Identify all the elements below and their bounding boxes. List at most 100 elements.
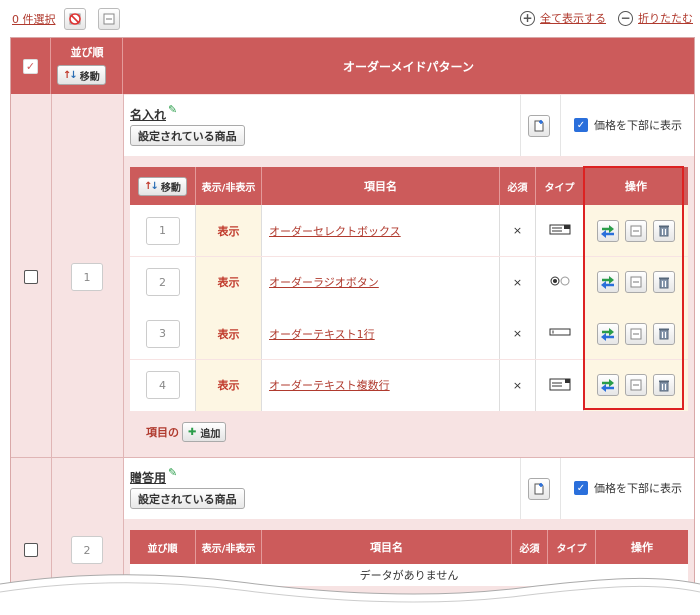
edit-pencil-icon[interactable]: ✎ [168, 466, 177, 479]
order-input[interactable]: 2 [71, 536, 103, 564]
set-products-button[interactable]: 設定されている商品 [130, 488, 245, 509]
add-item-label: 項目の [146, 426, 179, 439]
no-select-icon [69, 13, 81, 25]
pattern-name[interactable]: 名入れ [130, 106, 166, 123]
selection-count-link[interactable]: 0 件選択 [12, 11, 56, 27]
required-mark: × [512, 327, 523, 340]
item-subtable: ↑↓ 移動 表示/非表示 項目名 必須 タイプ 操作 1 表示 オーダーセレクトボ… [124, 157, 694, 457]
pattern-info: 贈答用 ✎ 設定されている商品 ✓ 価格を下部に表示 [124, 458, 694, 519]
edit-item-button[interactable] [625, 271, 647, 293]
top-toolbar: 0 件選択 + 全て表示する − 折りたたむ [0, 0, 700, 36]
actions-header: 操作 [631, 541, 653, 554]
select-box-icon [549, 222, 571, 239]
price-bottom-toggle[interactable]: ✓ 価格を下部に表示 [574, 480, 682, 496]
order-input[interactable]: 1 [71, 263, 103, 291]
add-item-icon-button[interactable] [528, 478, 550, 500]
move-arrows-icon: ↑↓ [144, 180, 159, 192]
visibility-status[interactable]: 表示 [218, 274, 240, 290]
table-row: 4 表示 オーダーテキスト複数行 × [130, 359, 688, 411]
show-all-link[interactable]: + 全て表示する [520, 10, 606, 26]
form-icon [630, 328, 642, 339]
pattern-column-header: オーダーメイドパターン [343, 59, 474, 74]
copy-item-button[interactable] [597, 271, 619, 293]
minus-circle-icon: − [618, 10, 633, 26]
item-name-link[interactable]: オーダーラジオボタン [269, 274, 379, 290]
type-header: タイプ [548, 530, 596, 564]
edit-item-button[interactable] [625, 322, 647, 345]
set-products-button[interactable]: 設定されている商品 [130, 125, 245, 146]
item-move-button[interactable]: ↑↓ 移動 [138, 176, 187, 196]
required-mark: × [512, 224, 523, 237]
table-row: 1 表示 オーダーセレクトボックス × [130, 205, 688, 256]
item-name-link[interactable]: オーダーテキスト1行 [269, 326, 375, 342]
visibility-header: 表示/非表示 [196, 167, 262, 205]
required-mark: × [512, 378, 523, 392]
form-icon [103, 13, 115, 25]
pattern-name[interactable]: 贈答用 [130, 469, 166, 486]
checkbox-checked-icon: ✓ [574, 118, 588, 132]
required-mark: × [512, 275, 523, 289]
form-icon [630, 276, 642, 288]
type-header: タイプ [536, 167, 584, 205]
delete-item-button[interactable] [653, 219, 675, 242]
item-name-link[interactable]: オーダーセレクトボックス [269, 223, 401, 239]
delete-item-button[interactable] [653, 374, 675, 396]
trash-icon [659, 328, 669, 340]
visibility-status[interactable]: 表示 [218, 223, 240, 239]
divider [560, 95, 561, 156]
add-item-row: 項目の ✚ 追加 [146, 422, 227, 442]
copy-item-button[interactable] [597, 219, 619, 242]
required-header: 必須 [500, 167, 536, 205]
swap-arrows-icon [601, 379, 614, 392]
required-header: 必須 [512, 530, 548, 564]
edit-pencil-icon[interactable]: ✎ [168, 103, 177, 116]
add-item-icon-button[interactable] [528, 115, 550, 137]
move-button[interactable]: ↑↓ 移動 [57, 65, 106, 85]
swap-arrows-icon [601, 276, 614, 289]
price-bottom-toggle[interactable]: ✓ 価格を下部に表示 [574, 117, 682, 133]
edit-item-button[interactable] [625, 219, 647, 242]
trash-icon [659, 380, 669, 391]
checkbox-checked-icon: ✓ [574, 481, 588, 495]
divider [520, 458, 521, 519]
copy-item-button[interactable] [597, 322, 619, 345]
plus-pencil-icon: ✚ [188, 426, 197, 438]
delete-item-button[interactable] [653, 322, 675, 345]
item-subtable-header: 並び順 表示/非表示 項目名 必須 タイプ 操作 [130, 530, 688, 564]
divider [520, 95, 521, 156]
item-order-input[interactable]: 1 [145, 216, 180, 245]
order-header: 並び順 [130, 530, 196, 564]
row-checkbox[interactable] [24, 543, 38, 557]
item-subtable-header: ↑↓ 移動 表示/非表示 項目名 必須 タイプ 操作 [130, 167, 688, 205]
form-icon [630, 379, 642, 391]
item-order-input[interactable]: 3 [145, 319, 180, 348]
form-icon [630, 225, 642, 236]
item-order-input[interactable]: 2 [145, 268, 180, 296]
delete-item-button[interactable] [653, 271, 675, 293]
plus-circle-icon: + [520, 10, 535, 26]
row-checkbox[interactable] [24, 270, 38, 284]
copy-item-button[interactable] [597, 374, 619, 396]
bulk-edit-button[interactable] [98, 8, 120, 30]
item-name-link[interactable]: オーダーテキスト複数行 [269, 377, 390, 393]
swap-arrows-icon [601, 224, 614, 238]
table-row: 2 表示 オーダーラジオボタン × [130, 256, 688, 308]
visibility-header: 表示/非表示 [196, 530, 262, 564]
divider [560, 458, 561, 519]
add-item-button[interactable]: ✚ 追加 [182, 422, 227, 442]
visibility-status[interactable]: 表示 [218, 326, 240, 342]
edit-item-button[interactable] [625, 374, 647, 396]
deselect-button[interactable] [64, 8, 86, 30]
swap-arrows-icon [601, 327, 614, 341]
item-order-input[interactable]: 4 [145, 371, 180, 399]
visibility-status[interactable]: 表示 [218, 377, 240, 393]
add-document-icon [534, 483, 544, 495]
torn-edge [0, 574, 700, 615]
collapse-link[interactable]: − 折りたたむ [618, 10, 693, 26]
trash-icon [659, 277, 669, 288]
move-arrows-icon: ↑↓ [63, 69, 78, 81]
radio-icon [549, 275, 571, 290]
order-column-header: 並び順 [70, 46, 104, 59]
item-name-header: 項目名 [262, 167, 500, 205]
select-all-checkbox[interactable]: ✓ [23, 58, 38, 74]
